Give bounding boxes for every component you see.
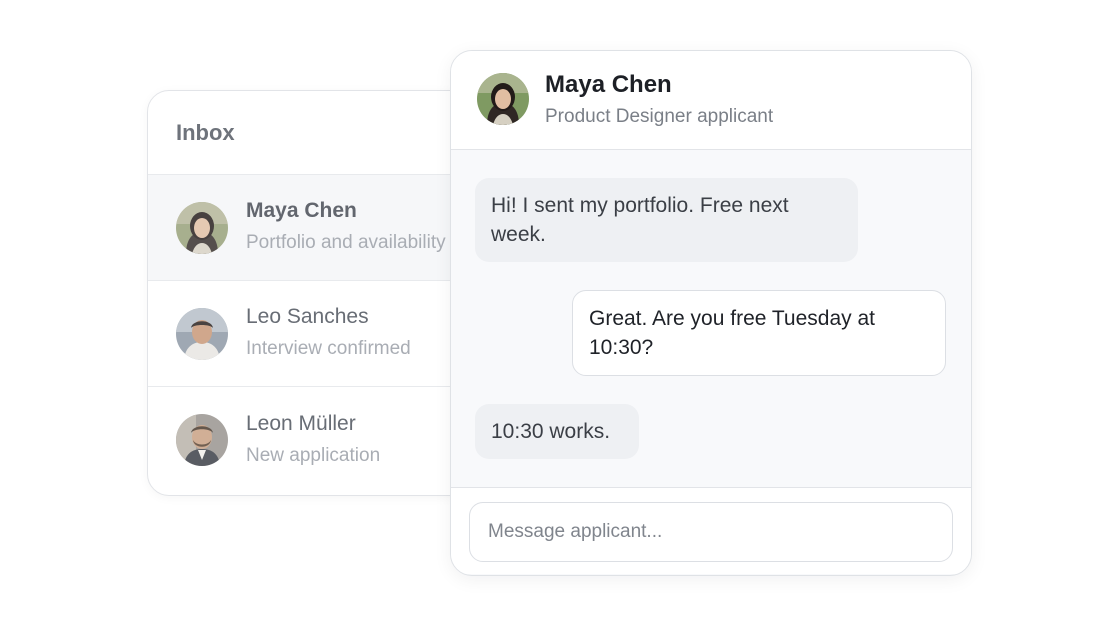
chat-panel: Maya Chen Product Designer applicant Hi!… [450, 50, 972, 576]
avatar [176, 414, 228, 466]
message-outgoing: Great. Are you free Tuesday at 10:30? [572, 290, 946, 376]
man-bearded-portrait-avatar-icon [176, 414, 228, 466]
woman-portrait-avatar-icon [176, 201, 228, 254]
conversation-preview: New application [246, 444, 381, 466]
man-portrait-avatar-icon [176, 307, 228, 360]
inbox-title: Inbox [176, 119, 235, 145]
contact-role: Product Designer applicant [545, 106, 774, 127]
avatar [176, 307, 228, 360]
message-list: Hi! I sent my portfolio. Free next week.… [451, 150, 971, 488]
message-incoming: 10:30 works. [475, 404, 639, 459]
contact-name: Maya Chen [545, 71, 672, 98]
conversation-name: Leon Müller [246, 411, 356, 435]
avatar [176, 201, 228, 254]
conversation-name: Leo Sanches [246, 305, 369, 328]
conversation-name: Maya Chen [246, 199, 357, 222]
message-input[interactable] [469, 502, 953, 562]
woman-portrait-avatar-icon [477, 73, 529, 125]
chat-header: Maya Chen Product Designer applicant [451, 51, 971, 150]
conversation-preview: Interview confirmed [246, 338, 411, 359]
avatar [477, 73, 529, 125]
message-incoming: Hi! I sent my portfolio. Free next week. [475, 178, 858, 262]
composer [451, 488, 971, 574]
conversation-preview: Portfolio and availability [246, 232, 446, 253]
